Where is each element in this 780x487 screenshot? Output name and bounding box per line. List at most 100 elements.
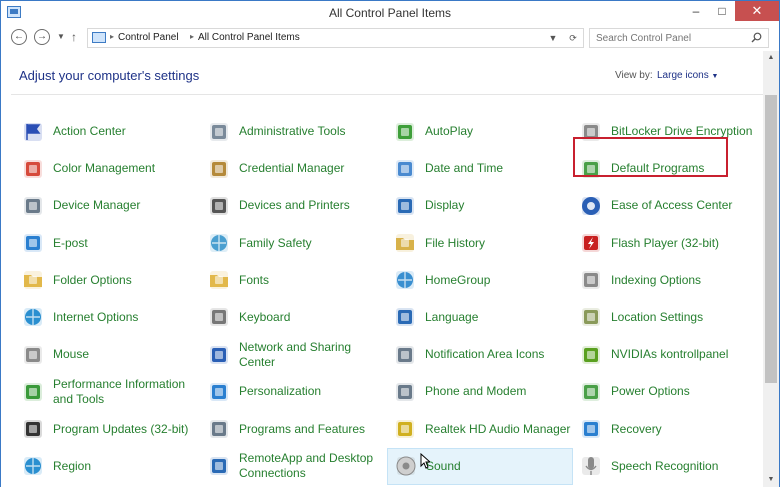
control-panel-item[interactable]: BitLocker Drive Encryption [573, 113, 755, 150]
control-panel-item-label[interactable]: Folder Options [53, 273, 132, 288]
minimize-button[interactable]: – [683, 1, 709, 21]
recent-locations-dropdown-icon[interactable]: ▼ [57, 32, 65, 41]
back-arrow-icon[interactable]: ← [11, 29, 27, 45]
control-panel-item-label[interactable]: Family Safety [239, 236, 312, 251]
chevron-down-icon[interactable]: ▼ [711, 73, 718, 80]
control-panel-item[interactable]: Action Center [15, 113, 201, 150]
control-panel-item[interactable]: Region [15, 448, 201, 485]
control-panel-item-label[interactable]: Notification Area Icons [425, 347, 544, 362]
control-panel-item[interactable]: Network and Sharing Center [201, 336, 387, 373]
control-panel-item[interactable]: Recovery [573, 411, 755, 448]
breadcrumb-separator-icon[interactable]: ▸ [110, 32, 114, 41]
vertical-scrollbar[interactable]: ▲ ▼ [763, 51, 779, 487]
control-panel-item[interactable]: Program Updates (32-bit) [15, 411, 201, 448]
control-panel-item[interactable]: Programs and Features [201, 411, 387, 448]
control-panel-item-label[interactable]: HomeGroup [425, 273, 490, 288]
control-panel-item[interactable]: Date and Time [387, 150, 573, 187]
control-panel-item-label[interactable]: Personalization [239, 384, 321, 399]
control-panel-item[interactable]: Speech Recognition [573, 448, 755, 485]
control-panel-item[interactable]: Phone and Modem [387, 373, 573, 410]
control-panel-item-label[interactable]: Program Updates (32-bit) [53, 422, 188, 437]
scroll-thumb[interactable] [765, 95, 777, 383]
control-panel-item[interactable]: Flash Player (32-bit) [573, 225, 755, 262]
control-panel-item[interactable]: Sound [387, 447, 573, 485]
control-panel-item[interactable]: Internet Options [15, 299, 201, 336]
control-panel-item[interactable]: Folder Options [15, 262, 201, 299]
control-panel-item[interactable]: RemoteApp and Desktop Connections [201, 448, 387, 485]
close-button[interactable]: ✕ [735, 1, 779, 21]
maximize-button[interactable]: □ [709, 1, 735, 21]
control-panel-item-label[interactable]: Fonts [239, 273, 269, 288]
control-panel-item[interactable]: File History [387, 225, 573, 262]
control-panel-item-label[interactable]: RemoteApp and Desktop Connections [239, 451, 387, 481]
breadcrumb-separator-icon[interactable]: ▸ [190, 32, 194, 41]
control-panel-item-label[interactable]: Device Manager [53, 198, 140, 213]
control-panel-item-label[interactable]: Indexing Options [611, 273, 701, 288]
control-panel-item[interactable]: Display [387, 187, 573, 224]
up-arrow-icon[interactable]: ↑ [71, 30, 77, 44]
control-panel-item[interactable]: Devices and Printers [201, 187, 387, 224]
search-icon[interactable] [751, 32, 762, 43]
control-panel-item[interactable]: Realtek HD Audio Manager [387, 411, 573, 448]
control-panel-item[interactable]: Personalization [201, 373, 387, 410]
search-box[interactable] [589, 28, 769, 48]
control-panel-item-label[interactable]: Devices and Printers [239, 198, 350, 213]
control-panel-item[interactable]: Default Programs [573, 150, 755, 187]
control-panel-item-label[interactable]: BitLocker Drive Encryption [611, 124, 752, 139]
control-panel-item[interactable]: Family Safety [201, 225, 387, 262]
control-panel-item[interactable]: HomeGroup [387, 262, 573, 299]
control-panel-item[interactable]: Notification Area Icons [387, 336, 573, 373]
forward-arrow-icon[interactable]: → [34, 29, 50, 45]
breadcrumb-control-panel[interactable]: Control Panel [118, 32, 179, 43]
control-panel-item[interactable]: E-post [15, 225, 201, 262]
control-panel-item-label[interactable]: E-post [53, 236, 88, 251]
control-panel-item-label[interactable]: Phone and Modem [425, 384, 526, 399]
control-panel-item-label[interactable]: Realtek HD Audio Manager [425, 422, 570, 437]
control-panel-item[interactable]: AutoPlay [387, 113, 573, 150]
control-panel-item-label[interactable]: Performance Information and Tools [53, 377, 201, 407]
control-panel-item-label[interactable]: Internet Options [53, 310, 138, 325]
control-panel-item-label[interactable]: Administrative Tools [239, 124, 346, 139]
control-panel-item-label[interactable]: Keyboard [239, 310, 290, 325]
control-panel-item[interactable]: Power Options [573, 373, 755, 410]
control-panel-item[interactable]: Ease of Access Center [573, 187, 755, 224]
control-panel-item[interactable]: Location Settings [573, 299, 755, 336]
control-panel-item-label[interactable]: NVIDIAs kontrollpanel [611, 347, 728, 362]
control-panel-item-label[interactable]: Power Options [611, 384, 690, 399]
control-panel-item[interactable]: Mouse [15, 336, 201, 373]
control-panel-item-label[interactable]: Flash Player (32-bit) [611, 236, 719, 251]
control-panel-item-label[interactable]: Region [53, 459, 91, 474]
control-panel-item-label[interactable]: Display [425, 198, 464, 213]
control-panel-item-label[interactable]: Color Management [53, 161, 155, 176]
control-panel-item-label[interactable]: Sound [426, 459, 461, 474]
control-panel-item-label[interactable]: Default Programs [611, 161, 704, 176]
control-panel-item[interactable]: Fonts [201, 262, 387, 299]
control-panel-item[interactable]: Language [387, 299, 573, 336]
control-panel-item[interactable]: Indexing Options [573, 262, 755, 299]
control-panel-item[interactable]: NVIDIAs kontrollpanel [573, 336, 755, 373]
control-panel-item-label[interactable]: Credential Manager [239, 161, 344, 176]
control-panel-item-label[interactable]: Ease of Access Center [611, 198, 732, 213]
control-panel-item-label[interactable]: Programs and Features [239, 422, 365, 437]
control-panel-item[interactable]: Keyboard [201, 299, 387, 336]
control-panel-item-label[interactable]: Speech Recognition [611, 459, 718, 474]
view-by-value[interactable]: Large icons [657, 70, 709, 81]
breadcrumb-all-items[interactable]: All Control Panel Items [198, 32, 300, 43]
control-panel-item-label[interactable]: Action Center [53, 124, 126, 139]
control-panel-item[interactable]: Device Manager [15, 187, 201, 224]
address-dropdown-icon[interactable]: ▼ [543, 29, 563, 47]
control-panel-item-label[interactable]: AutoPlay [425, 124, 473, 139]
control-panel-item[interactable]: Administrative Tools [201, 113, 387, 150]
control-panel-item-label[interactable]: Recovery [611, 422, 662, 437]
control-panel-item[interactable]: Color Management [15, 150, 201, 187]
control-panel-item[interactable]: Credential Manager [201, 150, 387, 187]
refresh-icon[interactable]: ⟳ [563, 29, 583, 47]
view-by-dropdown[interactable]: Large icons ▼ [657, 70, 718, 81]
scroll-up-icon[interactable]: ▲ [763, 51, 779, 65]
search-input[interactable] [590, 29, 750, 47]
control-panel-item-label[interactable]: Language [425, 310, 478, 325]
control-panel-item-label[interactable]: Date and Time [425, 161, 503, 176]
control-panel-item[interactable]: Performance Information and Tools [15, 373, 201, 410]
address-bar[interactable]: ▸ Control Panel ▸ All Control Panel Item… [87, 28, 584, 48]
control-panel-item-label[interactable]: Mouse [53, 347, 89, 362]
